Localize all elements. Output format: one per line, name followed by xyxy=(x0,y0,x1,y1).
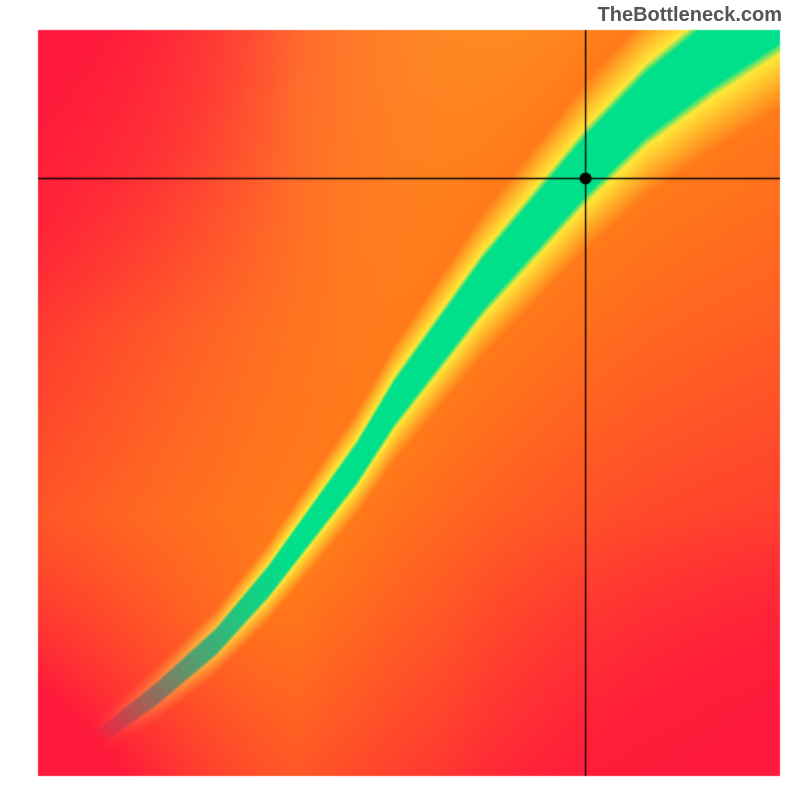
chart-container: TheBottleneck.com xyxy=(0,0,800,800)
heatmap-canvas xyxy=(0,0,800,800)
watermark-text: TheBottleneck.com xyxy=(598,4,782,27)
